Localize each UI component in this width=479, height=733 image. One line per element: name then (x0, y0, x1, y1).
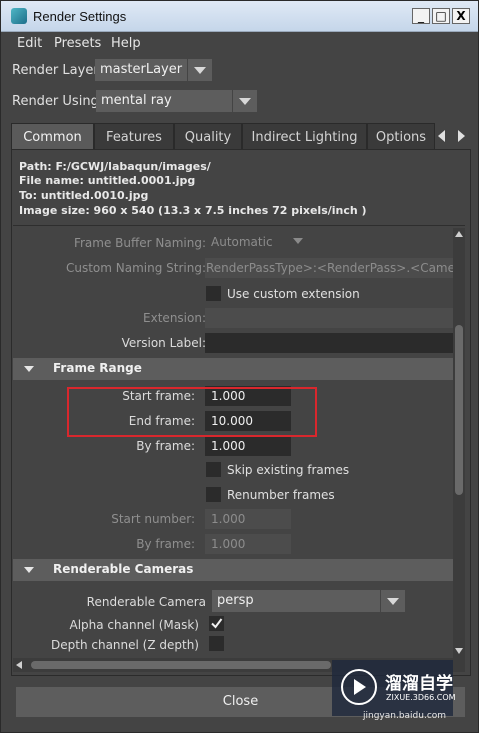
depth-channel-label: Depth channel (Z depth) (51, 638, 199, 652)
tab-indirect-lighting[interactable]: Indirect Lighting (242, 123, 367, 149)
collapse-triangle-icon (24, 567, 34, 573)
play-icon (354, 679, 366, 695)
title-bar[interactable]: Render Settings _ □ X (1, 1, 478, 32)
render-using-dropdown[interactable]: mental ray (96, 90, 257, 112)
maya-app-icon (11, 8, 27, 24)
menu-help[interactable]: Help (111, 36, 141, 51)
watermark-url: jingyan.baidu.com (363, 711, 447, 721)
tab-quality[interactable]: Quality (174, 123, 242, 149)
close-window-button[interactable]: X (452, 8, 470, 24)
frame-buffer-naming-dropdown: Automatic (205, 232, 315, 252)
renumber-frames-checkbox[interactable] (206, 487, 221, 502)
scroll-down-icon[interactable] (455, 648, 463, 654)
tab-scroll-left-icon[interactable] (433, 127, 451, 145)
renderable-camera-value: persp (217, 593, 254, 608)
vertical-scrollbar[interactable] (453, 228, 465, 658)
start-number-field: 1.000 (205, 509, 291, 529)
menu-bar: Edit Presets Help (1, 32, 478, 54)
renumber-frames-label: Renumber frames (227, 488, 335, 502)
start-number-label: Start number: (111, 512, 195, 526)
tab-features[interactable]: Features (94, 123, 174, 149)
render-layer-dropdown[interactable]: masterLayer (95, 59, 212, 81)
render-using-value: mental ray (101, 93, 172, 108)
custom-naming-string-field: RenderPassType>:<RenderPass>.<Camera (205, 258, 453, 278)
tab-scroll-right-icon[interactable] (453, 127, 471, 145)
by-frame-field[interactable]: 1.000 (205, 436, 291, 456)
tab-bar: Common Features Quality Indirect Lightin… (11, 123, 471, 149)
frame-buffer-naming-value: Automatic (211, 235, 273, 249)
use-custom-extension-checkbox[interactable] (206, 286, 221, 301)
version-label-field[interactable] (205, 333, 453, 353)
skip-existing-frames-label: Skip existing frames (227, 463, 350, 477)
frame-buffer-naming-label: Frame Buffer Naming: (73, 236, 206, 250)
info-file-name: File name: untitled.0001.jpg (19, 174, 196, 187)
by-frame-label: By frame: (136, 439, 195, 453)
highlight-box (67, 387, 317, 437)
chevron-down-icon (293, 238, 303, 244)
alpha-channel-label: Alpha channel (Mask) (69, 618, 199, 632)
tab-common[interactable]: Common (11, 123, 94, 149)
depth-channel-checkbox[interactable] (209, 636, 224, 651)
menu-presets[interactable]: Presets (54, 36, 101, 51)
info-image-size: Image size: 960 x 540 (13.3 x 7.5 inches… (19, 204, 367, 217)
horizontal-scroll-thumb[interactable] (31, 661, 331, 669)
by-frame-disabled-field: 1.000 (205, 534, 291, 554)
renderable-camera-dropdown[interactable]: persp (212, 590, 405, 612)
info-path: Path: F:/GCWJ/labaqun/images/ (19, 160, 211, 173)
info-to: To: untitled.0010.jpg (19, 189, 149, 202)
chevron-down-icon (187, 59, 212, 81)
render-using-label: Render Using (12, 94, 99, 109)
renderable-camera-label: Renderable Camera (86, 595, 206, 609)
version-label-label: Version Label: (121, 336, 206, 350)
menu-edit[interactable]: Edit (17, 36, 42, 51)
render-layer-value: masterLayer (100, 62, 183, 77)
window-title: Render Settings (33, 9, 127, 24)
renderable-cameras-title: Renderable Cameras (53, 562, 194, 576)
alpha-channel-checkbox[interactable] (209, 616, 224, 631)
use-custom-extension-label: Use custom extension (227, 287, 360, 301)
chevron-down-icon (232, 90, 257, 112)
by-frame-disabled-label: By frame: (136, 537, 195, 551)
custom-naming-string-label: Custom Naming String: (65, 261, 206, 275)
extension-field (205, 308, 453, 328)
vertical-scroll-thumb[interactable] (455, 325, 463, 495)
render-settings-window: Render Settings _ □ X Edit Presets Help … (0, 0, 479, 733)
maximize-button[interactable]: □ (432, 8, 450, 24)
render-layer-label: Render Layer (12, 63, 99, 78)
checkmark-icon (211, 618, 223, 629)
frame-range-section-header[interactable]: Frame Range (13, 358, 453, 380)
frame-range-title: Frame Range (53, 361, 142, 375)
scroll-left-icon[interactable] (16, 661, 22, 669)
watermark-subtitle: ZIXUE.3D66.COM (386, 693, 456, 702)
scroll-up-icon[interactable] (455, 231, 463, 237)
collapse-triangle-icon (24, 366, 34, 372)
settings-scroll-area: Frame Buffer Naming: Automatic Custom Na… (13, 228, 453, 658)
skip-existing-frames-checkbox[interactable] (206, 462, 221, 477)
extension-label: Extension: (143, 311, 206, 325)
minimize-button[interactable]: _ (412, 8, 430, 24)
watermark-brand: 溜溜自学 (385, 674, 453, 694)
renderable-cameras-section-header[interactable]: Renderable Cameras (13, 559, 453, 581)
chevron-down-icon (380, 590, 405, 612)
tab-options[interactable]: Options (367, 123, 435, 149)
